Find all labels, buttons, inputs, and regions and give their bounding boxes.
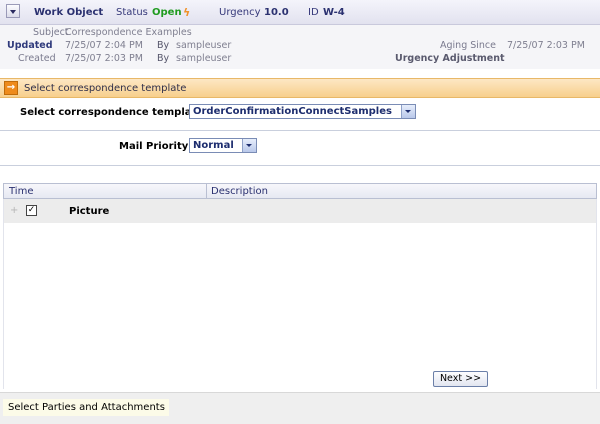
mail-priority-select[interactable]: Normal — [189, 138, 257, 153]
table-row[interactable]: + ✓ Picture — [4, 199, 596, 223]
work-object-header: Work Object Status Open ϟ Urgency 10.0 I… — [0, 0, 600, 25]
status-value: Open — [152, 7, 182, 18]
section-title: Select correspondence template — [24, 83, 187, 94]
template-select[interactable]: OrderConfirmationConnectSamples — [189, 104, 416, 119]
updated-label: Updated — [7, 40, 53, 51]
created-by-value: sampleuser — [176, 53, 232, 64]
subject-value: Correspondence Examples — [65, 27, 192, 38]
work-object-title: Work Object — [34, 7, 104, 18]
created-label: Created — [18, 53, 56, 64]
menu-dropdown-icon[interactable] — [6, 4, 20, 18]
template-label: Select correspondence template — [20, 107, 204, 118]
divider — [0, 130, 600, 131]
divider — [0, 165, 600, 166]
id-value: W-4 — [323, 7, 345, 18]
updated-by-value: sampleuser — [176, 40, 232, 51]
section-header: → Select correspondence template — [0, 78, 600, 98]
chevron-down-icon[interactable] — [242, 139, 256, 152]
lightning-icon: ϟ — [183, 6, 191, 19]
bottom-bar: Select Parties and Attachments — [0, 392, 600, 424]
urgency-value: 10.0 — [264, 7, 289, 18]
chevron-down-icon[interactable] — [401, 105, 415, 118]
mail-priority-value: Normal — [193, 140, 234, 151]
attachments-grid-body: + ✓ Picture — [3, 199, 597, 389]
attachments-grid-header: Time Description — [3, 183, 597, 199]
template-select-value: OrderConfirmationConnectSamples — [193, 106, 392, 117]
column-header-description[interactable]: Description — [211, 186, 268, 197]
subject-label: Subject — [33, 27, 69, 38]
arrow-right-icon: → — [4, 81, 18, 95]
work-object-details: Subject Correspondence Examples Updated … — [0, 25, 600, 69]
aging-since-value: 7/25/07 2:03 PM — [507, 40, 585, 51]
urgency-label: Urgency — [219, 7, 261, 18]
aging-since-label: Aging Since — [440, 40, 496, 51]
id-label: ID — [308, 7, 319, 18]
updated-value: 7/25/07 2:04 PM — [65, 40, 143, 51]
created-by-label: By — [157, 53, 170, 64]
updated-by-label: By — [157, 40, 170, 51]
tab-select-parties-and-attachments[interactable]: Select Parties and Attachments — [3, 399, 169, 416]
created-value: 7/25/07 2:03 PM — [65, 53, 143, 64]
next-button[interactable]: Next >> — [433, 371, 488, 387]
row-checkbox[interactable]: ✓ — [26, 205, 37, 216]
status-label: Status — [116, 7, 148, 18]
column-separator — [206, 184, 207, 198]
row-label: Picture — [69, 206, 110, 217]
mail-priority-label: Mail Priority — [119, 141, 189, 152]
urgency-adjustment-label: Urgency Adjustment — [395, 53, 505, 64]
column-header-time[interactable]: Time — [9, 186, 33, 197]
expand-icon[interactable]: + — [10, 205, 18, 216]
